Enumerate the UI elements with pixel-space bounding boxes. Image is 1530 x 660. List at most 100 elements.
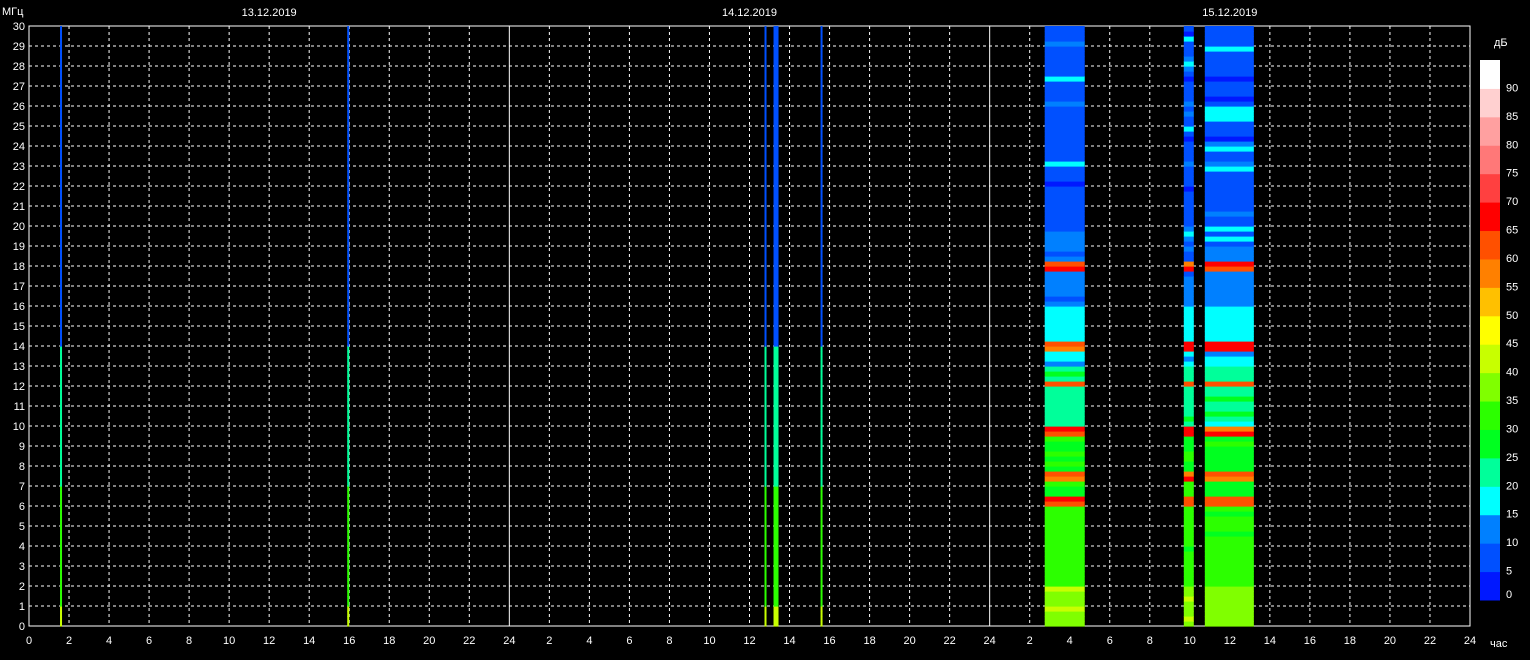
spectrum-cell: [1204, 106, 1254, 112]
spectrum-cell: [1044, 56, 1085, 62]
spectrum-cell: [60, 431, 63, 437]
spectrum-cell: [773, 481, 779, 487]
spectrum-cell: [1183, 511, 1194, 517]
spectrum-cell: [820, 616, 823, 622]
spectrum-cell: [1044, 436, 1085, 442]
spectrum-cell: [347, 261, 350, 267]
spectrum-cell: [773, 51, 779, 57]
spectrum-cell: [820, 491, 823, 497]
spectrum-cell: [773, 246, 779, 252]
spectrum-cell: [820, 521, 823, 527]
spectrum-cell: [1044, 511, 1085, 517]
spectrum-cell: [1183, 221, 1194, 227]
spectrum-cell: [1204, 176, 1254, 182]
spectrum-cell: [347, 461, 350, 467]
spectrum-cell: [773, 566, 779, 572]
spectrum-cell: [773, 471, 779, 477]
spectrum-cell: [820, 316, 823, 322]
spectrum-cell: [60, 376, 63, 382]
spectrum-cell: [347, 76, 350, 82]
spectrum-cell: [347, 176, 350, 182]
spectrum-cell: [1204, 411, 1254, 417]
spectrum-cell: [60, 261, 63, 267]
spectrum-cell: [1044, 456, 1085, 462]
spectrum-cell: [1204, 516, 1254, 522]
spectrum-cell: [60, 561, 63, 567]
spectrum-cell: [1204, 201, 1254, 207]
spectrum-cell: [1204, 181, 1254, 187]
spectrum-cell: [60, 606, 63, 612]
spectrum-cell: [1183, 546, 1194, 552]
spectrum-cell: [764, 411, 767, 417]
spectrum-cell: [347, 401, 350, 407]
spectrum-cell: [60, 231, 63, 237]
spectrum-cell: [764, 381, 767, 387]
spectrum-cell: [820, 516, 823, 522]
spectrum-cell: [1183, 606, 1194, 612]
spectrum-cell: [347, 511, 350, 517]
spectrum-cell: [1204, 406, 1254, 412]
spectrum-cell: [60, 26, 63, 32]
spectrum-cell: [1183, 301, 1194, 307]
spectrum-cell: [820, 226, 823, 232]
spectrum-cell: [1204, 46, 1254, 52]
spectrum-cell: [347, 471, 350, 477]
spectrum-cell: [1044, 231, 1085, 237]
spectrum-cell: [820, 546, 823, 552]
spectrum-cell: [1044, 36, 1085, 42]
spectrum-cell: [1204, 191, 1254, 197]
spectrum-cell: [773, 526, 779, 532]
spectrum-cell: [347, 271, 350, 277]
spectrum-cell: [764, 546, 767, 552]
spectrum-cell: [347, 481, 350, 487]
spectrum-cell: [60, 271, 63, 277]
spectrum-cell: [1183, 361, 1194, 367]
spectrum-cell: [764, 106, 767, 112]
spectrum-cell: [820, 506, 823, 512]
spectrum-cell: [347, 231, 350, 237]
spectrum-cell: [1183, 36, 1194, 42]
spectrum-cell: [347, 311, 350, 317]
spectrum-cell: [347, 61, 350, 67]
spectrum-cell: [820, 551, 823, 557]
spectrum-cell: [60, 341, 63, 347]
spectrum-cell: [1204, 476, 1254, 482]
spectrum-cell: [820, 341, 823, 347]
spectrum-cell: [1044, 286, 1085, 292]
spectrum-cell: [1044, 331, 1085, 337]
spectrum-cell: [764, 486, 767, 492]
spectrum-cell: [1044, 531, 1085, 537]
x-tick-labels: 0 2 4 6 8 10 12 14 16 18 20 22 24 2 4 6 8 10 12 14 16 18 20 22 2…: [26, 635, 1476, 647]
spectrum-cell: [820, 196, 823, 202]
colorbar-swatch: [1480, 372, 1500, 402]
spectrum-cell: [1204, 311, 1254, 317]
spectrum-cell: [1044, 356, 1085, 362]
spectrum-cell: [1204, 566, 1254, 572]
spectrum-cell: [60, 336, 63, 342]
spectrum-cell: [773, 536, 779, 542]
spectrum-cell: [764, 146, 767, 152]
spectrum-cell: [764, 76, 767, 82]
spectrum-cell: [347, 96, 350, 102]
y-tick-label: 16: [13, 301, 25, 313]
spectrum-cell: [773, 486, 779, 492]
spectrum-cell: [764, 101, 767, 107]
y-tick-label: 15: [13, 321, 25, 333]
spectrum-cell: [820, 591, 823, 597]
spectrum-cell: [1044, 616, 1085, 622]
spectrum-cell: [1044, 216, 1085, 222]
spectrum-cell: [60, 256, 63, 262]
spectrum-cell: [764, 441, 767, 447]
spectrum-cell: [820, 531, 823, 537]
y-tick-label: 27: [13, 81, 25, 93]
spectrum-cell: [60, 546, 63, 552]
spectrum-cell: [764, 586, 767, 592]
spectrum-cell: [1183, 176, 1194, 182]
spectrum-cell: [1044, 311, 1085, 317]
spectrum-cell: [347, 156, 350, 162]
spectrum-cell: [347, 336, 350, 342]
spectrum-cell: [1044, 71, 1085, 77]
spectrum-cell: [820, 386, 823, 392]
spectrum-cell: [820, 381, 823, 387]
x-tick-label: 18: [863, 635, 875, 647]
